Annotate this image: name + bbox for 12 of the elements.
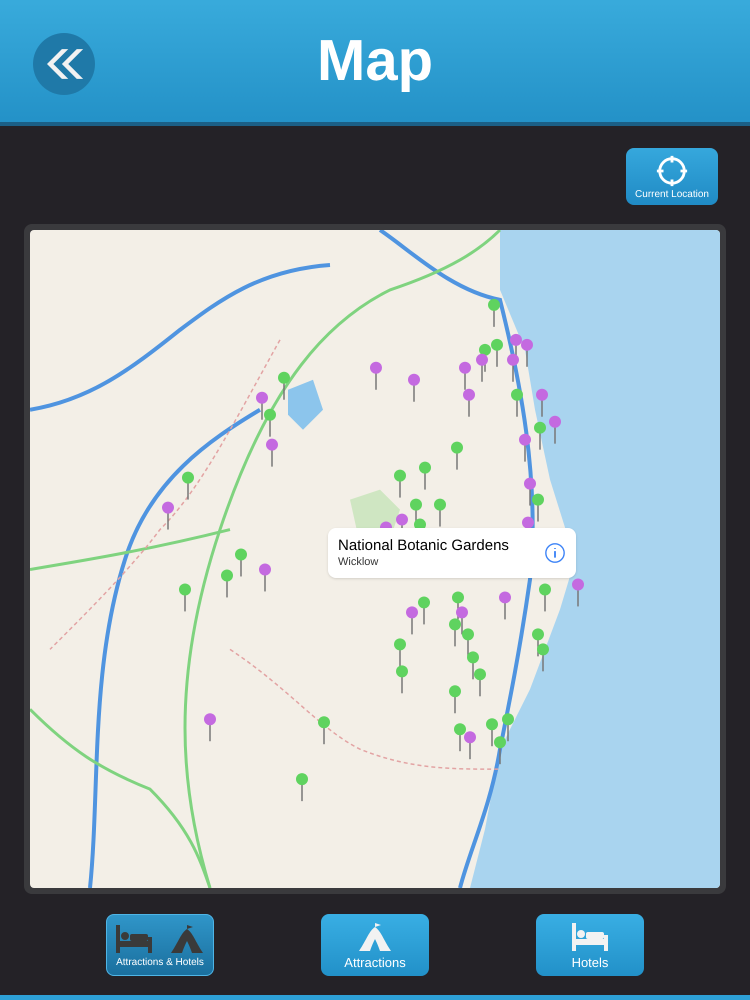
current-location-button[interactable]: Current Location — [626, 148, 718, 205]
info-icon[interactable] — [544, 542, 566, 564]
filter-button[interactable]: Attractions & Hotels — [106, 914, 214, 976]
bed-icon — [569, 921, 611, 953]
filter-button[interactable]: Hotels — [536, 914, 644, 976]
bed-icon — [113, 922, 155, 954]
page-title: Map — [317, 32, 433, 90]
crosshair-icon — [655, 154, 689, 188]
filter-button[interactable]: Attractions — [321, 914, 429, 976]
callout-title: National Botanic Gardens — [338, 536, 510, 556]
map-callout[interactable]: National Botanic Gardens Wicklow — [328, 528, 576, 578]
callout-subtitle: Wicklow — [338, 556, 380, 570]
